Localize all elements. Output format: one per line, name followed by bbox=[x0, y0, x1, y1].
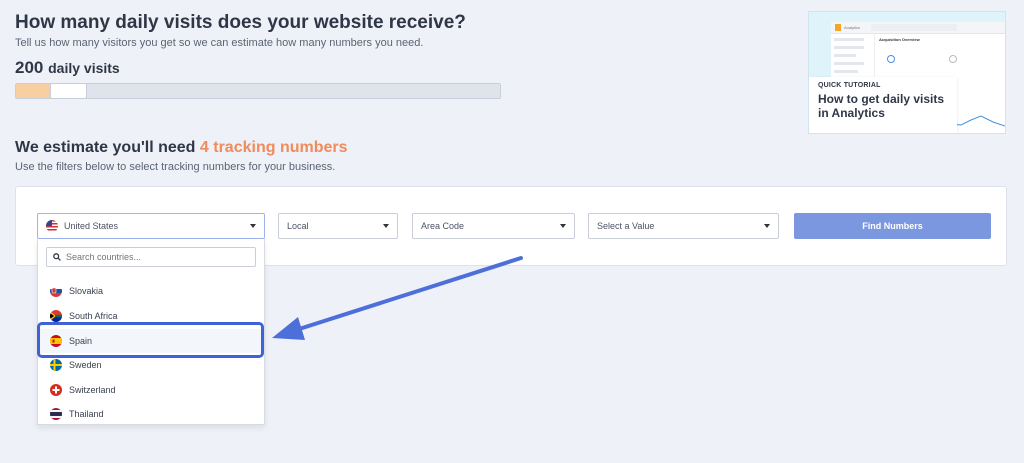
pointer-arrow-icon bbox=[272, 256, 523, 340]
